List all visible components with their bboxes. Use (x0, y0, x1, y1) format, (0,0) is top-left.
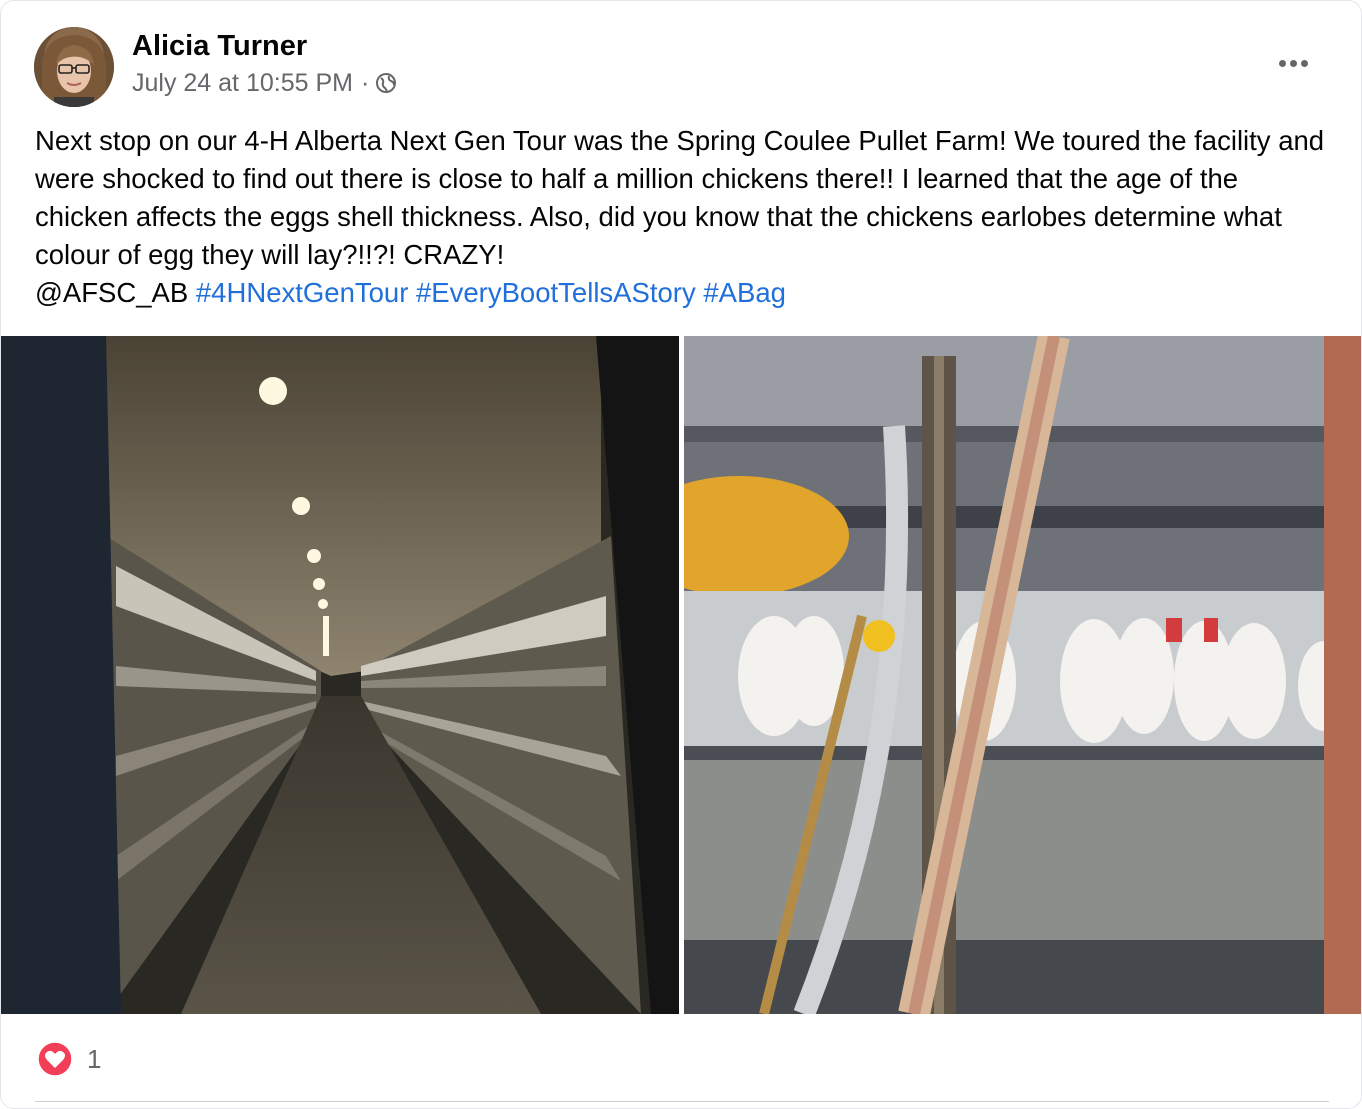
pullet-cages-photo[interactable] (684, 336, 1361, 1014)
globe-icon[interactable] (375, 72, 397, 94)
mention-link[interactable]: @AFSC_AB (35, 277, 188, 308)
reaction-count: 1 (87, 1043, 102, 1074)
facebook-post: Alicia Turner July 24 at 10:55 PM · Next… (0, 0, 1362, 1109)
more-horizontal-icon (1278, 59, 1286, 67)
post-meta: July 24 at 10:55 PM · (132, 68, 397, 98)
reactions-summary[interactable]: 1 (37, 1041, 101, 1077)
pullet-cages-image (684, 336, 1361, 1014)
avatar-image (34, 27, 114, 107)
more-horizontal-icon (1289, 59, 1297, 67)
heart-icon (37, 1041, 73, 1077)
post-text: Next stop on our 4-H Alberta Next Gen To… (35, 122, 1335, 312)
post-body: Next stop on our 4-H Alberta Next Gen To… (35, 125, 1325, 270)
hashtag-link[interactable]: #EveryBootTellsAStory (416, 277, 696, 308)
footer-divider (35, 1101, 1329, 1102)
author-name[interactable]: Alicia Turner (132, 30, 307, 63)
more-horizontal-icon (1300, 59, 1308, 67)
hashtag-link[interactable]: #ABag (703, 277, 786, 308)
post-options-button[interactable] (1269, 43, 1317, 83)
barn-aisle-photo[interactable] (1, 336, 679, 1014)
barn-aisle-image (1, 336, 679, 1014)
post-timestamp[interactable]: July 24 at 10:55 PM (132, 69, 353, 98)
hashtag-link[interactable]: #4HNextGenTour (196, 277, 408, 308)
post-tags-line: @AFSC_AB #4HNextGenTour #EveryBootTellsA… (35, 274, 1335, 312)
meta-separator: · (360, 68, 370, 97)
author-avatar[interactable] (34, 27, 114, 107)
